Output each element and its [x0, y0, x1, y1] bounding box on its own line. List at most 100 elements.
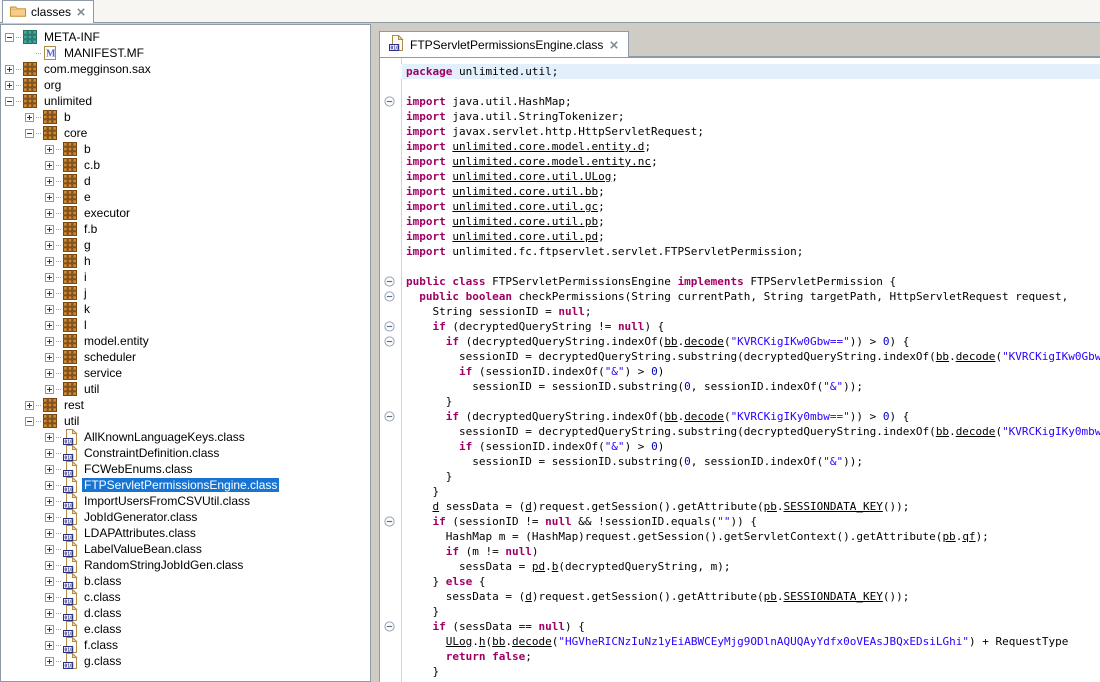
tree-item-j[interactable]: j — [1, 285, 370, 301]
expand-toggle[interactable] — [45, 609, 54, 618]
expand-toggle[interactable] — [45, 161, 54, 170]
tab-classes[interactable]: classes — [2, 0, 94, 23]
tree-item-manifest-mf[interactable]: MMANIFEST.MF — [1, 45, 370, 61]
code-link[interactable]: SESSIONDATA_KEY — [784, 500, 883, 513]
expand-toggle[interactable] — [45, 241, 54, 250]
tree-item-b-class[interactable]: 010b.class — [1, 573, 370, 589]
expand-toggle[interactable] — [45, 369, 54, 378]
code-link[interactable]: unlimited.core.model.entity.nc — [452, 155, 651, 168]
tree-item-f-class[interactable]: 010f.class — [1, 637, 370, 653]
collapse-toggle[interactable] — [5, 33, 14, 42]
collapse-toggle[interactable] — [25, 417, 34, 426]
expand-toggle[interactable] — [25, 113, 34, 122]
tree-item-k[interactable]: k — [1, 301, 370, 317]
collapse-toggle[interactable] — [25, 129, 34, 138]
code-link[interactable]: h — [479, 635, 486, 648]
expand-toggle[interactable] — [5, 81, 14, 90]
collapse-toggle[interactable] — [5, 97, 14, 106]
tree-item-scheduler[interactable]: scheduler — [1, 349, 370, 365]
expand-toggle[interactable] — [45, 513, 54, 522]
expand-toggle[interactable] — [45, 337, 54, 346]
expand-toggle[interactable] — [45, 257, 54, 266]
expand-toggle[interactable] — [45, 465, 54, 474]
tree-item-ftpservletpermissionsengine-class[interactable]: 010FTPServletPermissionsEngine.class — [1, 477, 370, 493]
tree-item-model-entity[interactable]: model.entity — [1, 333, 370, 349]
expand-toggle[interactable] — [45, 305, 54, 314]
expand-toggle[interactable] — [45, 225, 54, 234]
tree-item-g[interactable]: g — [1, 237, 370, 253]
tree-item-fcwebenums-class[interactable]: 010FCWebEnums.class — [1, 461, 370, 477]
expand-toggle[interactable] — [45, 385, 54, 394]
tree-item-randomstringjobidgen-class[interactable]: 010RandomStringJobIdGen.class — [1, 557, 370, 573]
expand-toggle[interactable] — [5, 65, 14, 74]
expand-toggle[interactable] — [45, 321, 54, 330]
expand-toggle[interactable] — [45, 561, 54, 570]
tree-item-unlimited[interactable]: unlimited — [1, 93, 370, 109]
code-link[interactable]: ULog — [446, 635, 473, 648]
code-link[interactable]: decode — [512, 635, 552, 648]
tree-item-d-class[interactable]: 010d.class — [1, 605, 370, 621]
code-link[interactable]: d — [525, 590, 532, 603]
code-link[interactable]: d — [525, 500, 532, 513]
code-link[interactable]: pd — [532, 560, 545, 573]
tree-item-rest[interactable]: rest — [1, 397, 370, 413]
code-link[interactable]: SESSIONDATA_KEY — [784, 590, 883, 603]
code-link[interactable]: bb — [664, 410, 677, 423]
expand-toggle[interactable] — [45, 209, 54, 218]
tree-item-meta-inf[interactable]: META-INF — [1, 29, 370, 45]
code-editor[interactable]: package unlimited.util;import java.util.… — [379, 57, 1100, 682]
code-link[interactable]: unlimited.core.util.ULog — [452, 170, 611, 183]
expand-toggle[interactable] — [25, 401, 34, 410]
code-link[interactable]: bb — [936, 425, 949, 438]
tab-class-file[interactable]: 010 FTPServletPermissionsEngine.class — [379, 31, 629, 57]
code-link[interactable]: unlimited.core.util.pb — [452, 215, 598, 228]
expand-toggle[interactable] — [45, 529, 54, 538]
code-link[interactable]: bb — [936, 350, 949, 363]
tree-item-org[interactable]: org — [1, 77, 370, 93]
code-link[interactable]: pb — [942, 530, 955, 543]
expand-toggle[interactable] — [45, 593, 54, 602]
tree-item-g-class[interactable]: 010g.class — [1, 653, 370, 669]
tree-item-allknownlanguagekeys-class[interactable]: 010AllKnownLanguageKeys.class — [1, 429, 370, 445]
tree-item-f-b[interactable]: f.b — [1, 221, 370, 237]
code-link[interactable]: pb — [764, 590, 777, 603]
tree-item-labelvaluebean-class[interactable]: 010LabelValueBean.class — [1, 541, 370, 557]
expand-toggle[interactable] — [45, 641, 54, 650]
code-link[interactable]: unlimited.core.util.pd — [452, 230, 598, 243]
expand-toggle[interactable] — [45, 657, 54, 666]
expand-toggle[interactable] — [45, 145, 54, 154]
expand-toggle[interactable] — [45, 577, 54, 586]
expand-toggle[interactable] — [45, 545, 54, 554]
code-link[interactable]: bb — [492, 635, 505, 648]
tree-item-e-class[interactable]: 010e.class — [1, 621, 370, 637]
expand-toggle[interactable] — [45, 625, 54, 634]
tree-item-b[interactable]: b — [1, 141, 370, 157]
close-icon[interactable] — [609, 40, 619, 50]
code-link[interactable]: unlimited.core.util.bb — [452, 185, 598, 198]
tree-item-constraintdefinition-class[interactable]: 010ConstraintDefinition.class — [1, 445, 370, 461]
expand-toggle[interactable] — [45, 177, 54, 186]
tree-item-core[interactable]: core — [1, 125, 370, 141]
tree-item-e[interactable]: e — [1, 189, 370, 205]
tree-item-d[interactable]: d — [1, 173, 370, 189]
code-link[interactable]: qf — [962, 530, 975, 543]
code-link[interactable]: decode — [684, 410, 724, 423]
expand-toggle[interactable] — [45, 481, 54, 490]
expand-toggle[interactable] — [45, 449, 54, 458]
tree-item-b[interactable]: b — [1, 109, 370, 125]
code-link[interactable]: unlimited.core.model.entity.d — [452, 140, 644, 153]
expand-toggle[interactable] — [45, 353, 54, 362]
tree-item-ldapattributes-class[interactable]: 010LDAPAttributes.class — [1, 525, 370, 541]
tree-item-h[interactable]: h — [1, 253, 370, 269]
code-link[interactable]: bb — [664, 335, 677, 348]
code-link[interactable]: pb — [764, 500, 777, 513]
tree-item-importusersfromcsvutil-class[interactable]: 010ImportUsersFromCSVUtil.class — [1, 493, 370, 509]
tree-item-com-megginson-sax[interactable]: com.megginson.sax — [1, 61, 370, 77]
tree-item-c-b[interactable]: c.b — [1, 157, 370, 173]
expand-toggle[interactable] — [45, 433, 54, 442]
tree-item-i[interactable]: i — [1, 269, 370, 285]
close-icon[interactable] — [76, 7, 86, 17]
tree-item-util[interactable]: util — [1, 381, 370, 397]
expand-toggle[interactable] — [45, 289, 54, 298]
expand-toggle[interactable] — [45, 497, 54, 506]
